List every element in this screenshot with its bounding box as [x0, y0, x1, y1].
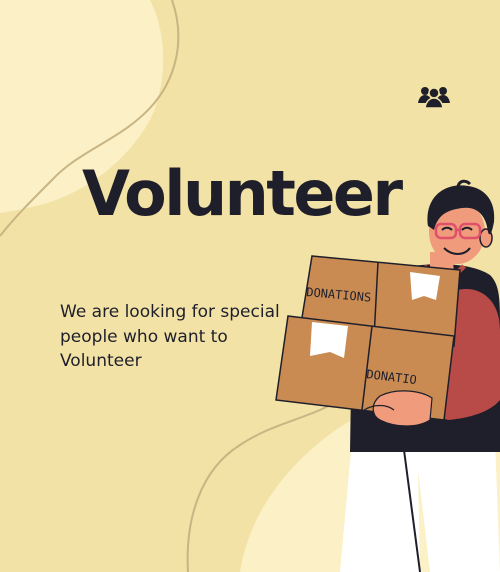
tagline: We are looking for special people who wa… — [60, 302, 280, 371]
volunteer-poster: Volunteer We are looking for special peo… — [0, 0, 500, 572]
group-of-people-icon — [418, 87, 450, 108]
pants — [340, 440, 500, 572]
hand — [372, 390, 433, 427]
volunteer-carrying-boxes-illustration: DONATIONS DONATIO — [275, 179, 500, 572]
